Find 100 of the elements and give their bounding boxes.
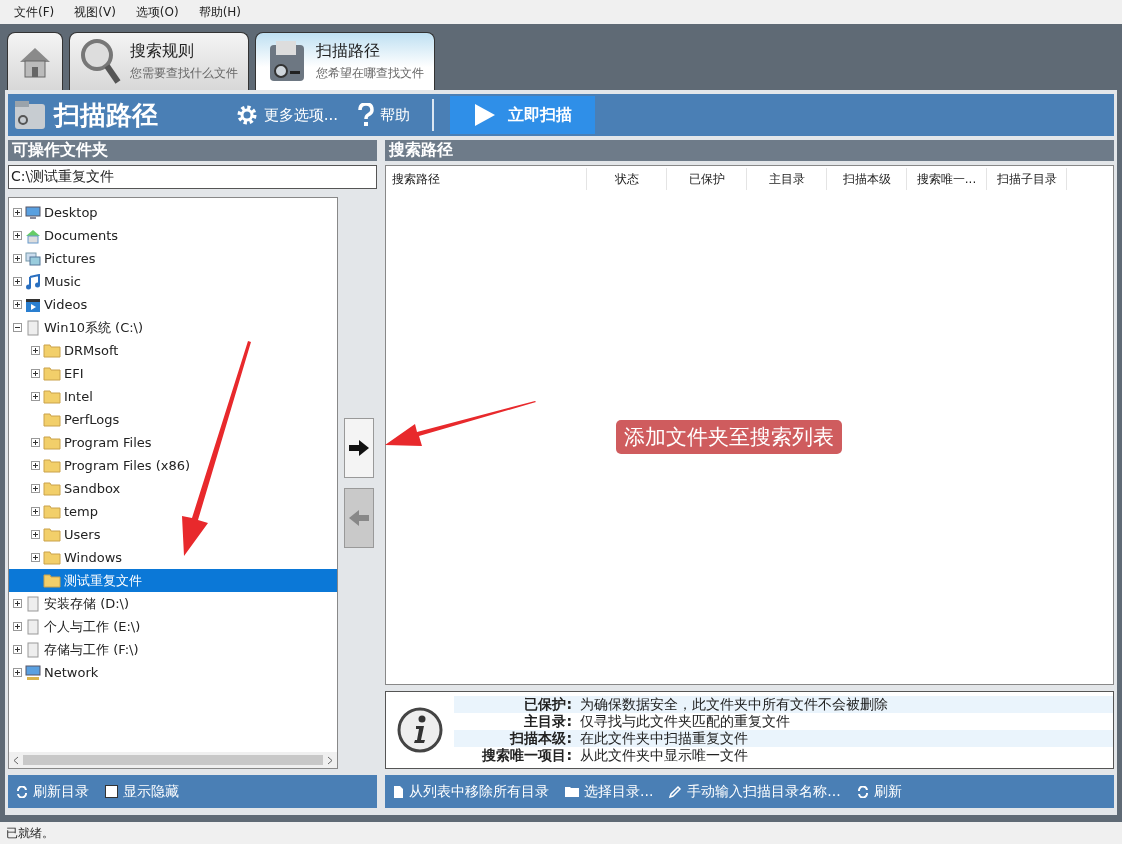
network-icon (25, 664, 41, 681)
tree-item-label: Users (64, 527, 101, 542)
tree-item[interactable]: Pictures (9, 247, 337, 270)
column-header[interactable]: 扫描本级 (827, 168, 907, 190)
tree-item[interactable]: Videos (9, 293, 337, 316)
video-icon (25, 296, 41, 313)
show-hidden-checkbox[interactable]: 显示隐藏 (105, 782, 179, 801)
horizontal-scrollbar[interactable] (9, 752, 337, 768)
expand-icon[interactable] (13, 300, 22, 309)
collapse-icon[interactable] (13, 323, 22, 332)
tree-item[interactable]: Win10系统 (C:\) (9, 316, 337, 339)
tree-item-label: temp (64, 504, 98, 519)
info-term: 主目录: (523, 712, 573, 731)
expand-icon[interactable] (13, 277, 22, 286)
tree-item[interactable]: temp (9, 500, 337, 523)
add-folder-button[interactable] (344, 418, 374, 478)
tree-item[interactable]: Documents (9, 224, 337, 247)
folder-icon (43, 435, 61, 450)
info-description: 从此文件夹中显示唯一文件 (580, 746, 748, 765)
callout-label: 添加文件夹至搜索列表 (616, 420, 842, 454)
tab[interactable] (7, 32, 63, 90)
menu-item[interactable]: 选项(O) (127, 1, 187, 23)
tree-item[interactable]: 个人与工作 (E:\) (9, 615, 337, 638)
folder-icon (43, 504, 61, 519)
magnifier-icon (80, 37, 122, 86)
tab[interactable]: 扫描路径 您希望在哪查找文件 (255, 32, 435, 90)
expand-icon[interactable] (31, 346, 40, 355)
refresh-button[interactable]: 刷新目录 (16, 782, 89, 801)
tree-item[interactable]: Users (9, 523, 337, 546)
column-header[interactable]: 主目录 (747, 168, 827, 190)
tree-item[interactable]: Intel (9, 385, 337, 408)
section-title: 可操作文件夹 (8, 140, 377, 161)
toolbar-button[interactable]: 手动输入扫描目录名称... (669, 782, 841, 801)
tree-item-label: DRMsoft (64, 343, 119, 358)
refresh-icon (16, 785, 28, 798)
column-header[interactable]: 状态 (587, 168, 667, 190)
toolbar-button[interactable]: 选择目录... (565, 782, 654, 801)
tree-item[interactable]: Music (9, 270, 337, 293)
tree-item[interactable]: 存储与工作 (F:\) (9, 638, 337, 661)
expand-icon[interactable] (13, 645, 22, 654)
tree-item[interactable]: Windows (9, 546, 337, 569)
folder-icon (43, 573, 61, 588)
column-header[interactable]: 搜索唯一... (907, 168, 987, 190)
expand-icon[interactable] (31, 530, 40, 539)
expand-icon[interactable] (31, 461, 40, 470)
expand-icon[interactable] (13, 668, 22, 677)
expand-icon[interactable] (13, 254, 22, 263)
folder-icon (43, 481, 61, 496)
folder-icon (43, 412, 61, 427)
drive-icon (25, 595, 41, 612)
expand-icon[interactable] (31, 438, 40, 447)
expand-icon[interactable] (13, 622, 22, 631)
tree-item-label: Windows (64, 550, 123, 565)
drive-icon (25, 618, 41, 635)
tree-item[interactable]: 安装存储 (D:\) (9, 592, 337, 615)
tree-item[interactable]: Sandbox (9, 477, 337, 500)
section-title: 搜索路径 (385, 140, 1114, 161)
column-header[interactable]: 已保护 (667, 168, 747, 190)
tree-item-label: Music (44, 274, 81, 289)
path-field[interactable]: C:\测试重复文件 (8, 165, 377, 189)
info-term: 已保护: (523, 695, 573, 714)
expand-icon[interactable] (31, 369, 40, 378)
tree-item[interactable]: EFI (9, 362, 337, 385)
status-bar: 已就绪。 (0, 822, 1122, 844)
menu-item[interactable]: 帮助(H) (190, 1, 250, 23)
drive-icon (25, 319, 41, 336)
expand-icon[interactable] (31, 553, 40, 562)
expand-icon[interactable] (31, 507, 40, 516)
expand-icon[interactable] (31, 392, 40, 401)
expand-icon[interactable] (13, 599, 22, 608)
tree-item-label: Sandbox (64, 481, 121, 496)
scroll-left-icon[interactable] (13, 755, 19, 765)
help-button[interactable]: 帮助 (352, 103, 416, 127)
scroll-right-icon[interactable] (327, 755, 333, 765)
tree-item-label: Desktop (44, 205, 98, 220)
toolbar-button[interactable]: 从列表中移除所有目录 (393, 782, 549, 801)
menu-item[interactable]: 视图(V) (66, 1, 124, 23)
tab[interactable]: 搜索规则 您需要查找什么文件 (69, 32, 249, 90)
tree-item[interactable]: 测试重复文件 (9, 569, 337, 592)
toolbar-button[interactable]: 刷新 (856, 782, 902, 801)
tree-item[interactable]: PerfLogs (9, 408, 337, 431)
refresh-icon (856, 785, 869, 798)
info-icon (396, 706, 444, 754)
tree-item[interactable]: Program Files (9, 431, 337, 454)
pictures-icon (25, 250, 41, 267)
column-header[interactable]: 扫描子目录 (987, 168, 1067, 190)
tree-item-label: 存储与工作 (F:\) (44, 640, 139, 659)
tree-item[interactable]: Program Files (x86) (9, 454, 337, 477)
expand-icon[interactable] (13, 231, 22, 240)
left-arrow-icon (348, 509, 370, 527)
menu-item[interactable]: 文件(F) (6, 1, 63, 23)
tree-item[interactable]: DRMsoft (9, 339, 337, 362)
options-button[interactable]: 更多选项... (229, 104, 344, 126)
folder-icon (565, 786, 579, 797)
tree-item[interactable]: Network (9, 661, 337, 684)
tree-item[interactable]: Desktop (9, 201, 337, 224)
column-header[interactable]: 搜索路径 (386, 168, 587, 190)
info-description: 仅寻找与此文件夹匹配的重复文件 (580, 712, 790, 731)
expand-icon[interactable] (31, 484, 40, 493)
expand-icon[interactable] (13, 208, 22, 217)
